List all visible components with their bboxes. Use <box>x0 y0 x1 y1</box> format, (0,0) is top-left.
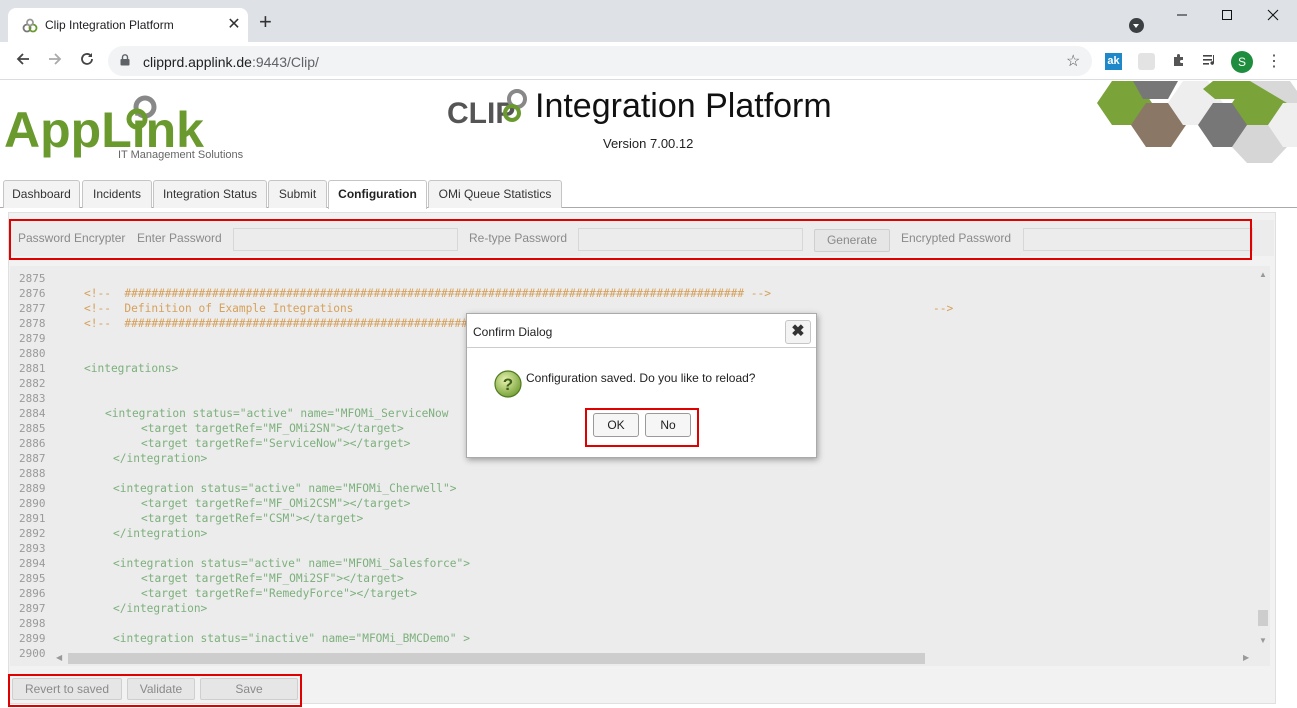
line-number: 2894 <box>19 557 46 570</box>
line-number: 2886 <box>19 437 46 450</box>
code-line: <!-- ###################################… <box>84 287 772 300</box>
editor-vertical-scrollbar[interactable] <box>1256 268 1270 648</box>
tab-omi-queue-statistics[interactable]: OMi Queue Statistics <box>428 180 562 208</box>
profile-avatar[interactable]: S <box>1231 51 1253 73</box>
url-host: clipprd.applink.de <box>143 54 252 70</box>
highlight-password-encrypter <box>9 219 1252 260</box>
question-icon: ? <box>494 370 522 398</box>
line-number: 2879 <box>19 332 46 345</box>
line-number: 2896 <box>19 587 46 600</box>
url-path: :9443/Clip/ <box>251 54 319 70</box>
line-number: 2878 <box>19 317 46 330</box>
code-line: <integration status="active" name="MFOMi… <box>105 407 449 420</box>
scroll-right-arrow-icon[interactable]: ▶ <box>1243 653 1249 662</box>
new-tab-button[interactable]: + <box>259 11 272 33</box>
line-number: 2884 <box>19 407 46 420</box>
line-number: 2900 <box>19 647 46 660</box>
vertical-scroll-thumb[interactable] <box>1258 610 1268 626</box>
tab-incidents[interactable]: Incidents <box>82 180 152 208</box>
code-line: <target targetRef="CSM"></target> <box>141 512 364 525</box>
line-number: 2887 <box>19 452 46 465</box>
url-text: clipprd.applink.de:9443/Clip/ <box>143 54 319 70</box>
reload-icon[interactable] <box>77 51 97 71</box>
version-label: Version 7.00.12 <box>603 136 694 151</box>
line-number: 2897 <box>19 602 46 615</box>
line-number: 2889 <box>19 482 46 495</box>
page-header: AppLink IT Management Solutions CLIP Int… <box>0 81 1297 177</box>
line-number: 2880 <box>19 347 46 360</box>
browser-toolbar: clipprd.applink.de:9443/Clip/ ☆ ak S ⋮ <box>0 42 1297 80</box>
code-line: <integrations> <box>84 362 179 375</box>
line-number: 2888 <box>19 467 46 480</box>
code-line: </integration> <box>113 452 208 465</box>
line-number-gutter: 2875 2876 2877 2878 2879 2880 2881 2882 … <box>10 266 50 666</box>
bookmark-star-icon[interactable]: ☆ <box>1066 51 1080 71</box>
hexagon-decoration <box>1097 81 1297 163</box>
browser-tab[interactable]: Clip Integration Platform ✕ <box>8 8 248 42</box>
tab-search-icon[interactable] <box>1129 18 1144 33</box>
browser-menu-icon[interactable]: ⋮ <box>1266 51 1282 73</box>
dialog-message: Configuration saved. Do you like to relo… <box>526 371 756 385</box>
code-line: <target targetRef="MF_OMi2CSM"></target> <box>141 497 411 510</box>
line-number: 2890 <box>19 497 46 510</box>
back-arrow-icon[interactable] <box>13 51 33 71</box>
clip-logo: CLIP <box>447 89 527 127</box>
line-number: 2876 <box>19 287 46 300</box>
line-number: 2893 <box>19 542 46 555</box>
line-number: 2895 <box>19 572 46 585</box>
browser-tab-strip: Clip Integration Platform ✕ + <box>0 0 1297 42</box>
extensions-puzzle-icon[interactable] <box>1170 53 1187 70</box>
tab-submit[interactable]: Submit <box>268 180 327 208</box>
forward-arrow-icon[interactable] <box>45 51 65 71</box>
line-number: 2882 <box>19 377 46 390</box>
dialog-title: Confirm Dialog <box>473 325 553 339</box>
line-number: 2875 <box>19 272 46 285</box>
horizontal-scroll-thumb[interactable] <box>68 653 925 664</box>
highlight-footer-buttons <box>8 674 302 707</box>
line-number: 2883 <box>19 392 46 405</box>
tab-dashboard[interactable]: Dashboard <box>3 180 80 208</box>
dialog-close-button[interactable]: ✖ <box>785 320 811 344</box>
line-number: 2877 <box>19 302 46 315</box>
lock-icon <box>120 54 130 66</box>
code-line: <integration status="active" name="MFOMi… <box>113 557 470 570</box>
close-window-icon[interactable] <box>1261 6 1285 26</box>
dialog-titlebar[interactable]: Confirm Dialog ✖ <box>467 314 816 348</box>
page-title: Integration Platform <box>535 87 832 125</box>
browser-tab-title: Clip Integration Platform <box>45 18 174 32</box>
svg-text:?: ? <box>503 375 513 394</box>
scroll-up-arrow-icon[interactable]: ▲ <box>1259 270 1267 279</box>
minimize-window-icon[interactable] <box>1170 6 1194 26</box>
line-number: 2898 <box>19 617 46 630</box>
tab-configuration[interactable]: Configuration <box>328 180 427 209</box>
code-line: <target targetRef="MF_OMi2SN"></target> <box>141 422 404 435</box>
line-number: 2885 <box>19 422 46 435</box>
line-number: 2892 <box>19 527 46 540</box>
line-number: 2891 <box>19 512 46 525</box>
code-line: <target targetRef="ServiceNow"></target> <box>141 437 411 450</box>
scroll-down-arrow-icon[interactable]: ▼ <box>1259 636 1267 645</box>
code-line: </integration> <box>113 602 208 615</box>
scroll-left-arrow-icon[interactable]: ◀ <box>56 653 62 662</box>
close-tab-icon[interactable]: ✕ <box>224 15 244 35</box>
line-number: 2899 <box>19 632 46 645</box>
applink-tagline: IT Management Solutions <box>118 149 244 161</box>
code-line: <!-- Definition of Example Integrations <box>84 302 354 315</box>
clip-favicon-icon <box>22 18 38 33</box>
code-line: <target targetRef="MF_OMi2SF"></target> <box>141 572 404 585</box>
code-line: <integration status="active" name="MFOMi… <box>113 482 457 495</box>
media-control-icon[interactable] <box>1201 53 1218 70</box>
address-bar[interactable]: clipprd.applink.de:9443/Clip/ ☆ <box>108 46 1092 76</box>
line-number: 2881 <box>19 362 46 375</box>
code-line: <integration status="inactive" name="MFO… <box>113 632 470 645</box>
extension-ak-icon[interactable]: ak <box>1105 53 1122 70</box>
code-line: <target targetRef="RemedyForce"></target… <box>141 587 418 600</box>
code-line: </integration> <box>113 527 208 540</box>
maximize-window-icon[interactable] <box>1215 6 1239 26</box>
tab-integration-status[interactable]: Integration Status <box>153 180 267 208</box>
highlight-dialog-buttons <box>585 408 699 447</box>
app-tab-bar: Dashboard Incidents Integration Status S… <box>0 180 1297 209</box>
code-line: --> <box>933 302 954 315</box>
extension-settings-icon[interactable] <box>1138 53 1155 70</box>
